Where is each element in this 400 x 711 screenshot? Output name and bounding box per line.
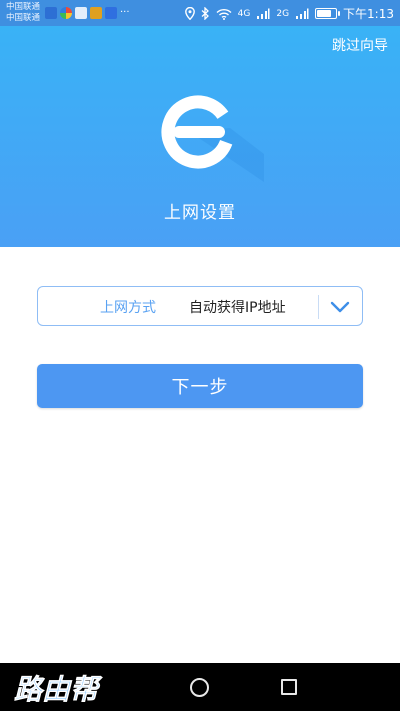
skip-wizard-link[interactable]: 跳过向导: [332, 35, 388, 55]
page-title: 上网设置: [164, 203, 236, 223]
recents-square-icon[interactable]: [281, 679, 297, 695]
watermark-logo: 路由帮: [14, 673, 104, 707]
signal-2-label: 2G: [276, 8, 290, 19]
status-time: 下午1:13: [343, 7, 394, 21]
chevron-down-icon[interactable]: [330, 299, 350, 315]
more-notifications-icon: ···: [120, 7, 130, 18]
lock-notification-icon: [105, 7, 117, 19]
select-divider: [318, 295, 319, 319]
header-banner: 跳过向导 上网设置: [0, 26, 400, 247]
status-bar: 中国联通 中国联通 ··· 4G 2G 下午1:13: [0, 0, 400, 26]
connection-method-value: 自动获得IP地址: [189, 300, 286, 316]
location-icon: [184, 7, 195, 20]
next-step-button[interactable]: 下一步: [37, 364, 363, 408]
bluetooth-icon: [201, 7, 209, 20]
e-logo-icon: [161, 95, 264, 182]
connection-method-label: 上网方式: [100, 300, 156, 316]
chrome-notification-icon: [60, 7, 72, 19]
signal-1-icon: [257, 8, 270, 19]
status-right: 4G 2G 下午1:13: [184, 5, 394, 22]
carrier-line-1: 中国联通: [6, 2, 41, 12]
carrier-info: 中国联通 中国联通: [6, 2, 40, 24]
signal-1-label: 4G: [237, 8, 251, 19]
app-notification-icon: [45, 7, 57, 19]
navigation-bar: 路由帮: [0, 663, 400, 711]
wifi-icon: [216, 8, 232, 20]
battery-icon: [315, 8, 341, 19]
camera-notification-icon: [90, 7, 102, 19]
signal-2-icon: [296, 8, 309, 19]
heart-notification-icon: [75, 7, 87, 19]
carrier-line-2: 中国联通: [6, 13, 41, 23]
home-circle-icon[interactable]: [190, 678, 209, 697]
connection-method-select[interactable]: 上网方式 自动获得IP地址: [37, 286, 363, 326]
notification-icons: ···: [45, 7, 130, 19]
watermark-text: 路由帮: [14, 673, 103, 706]
battery-level: [317, 10, 331, 17]
